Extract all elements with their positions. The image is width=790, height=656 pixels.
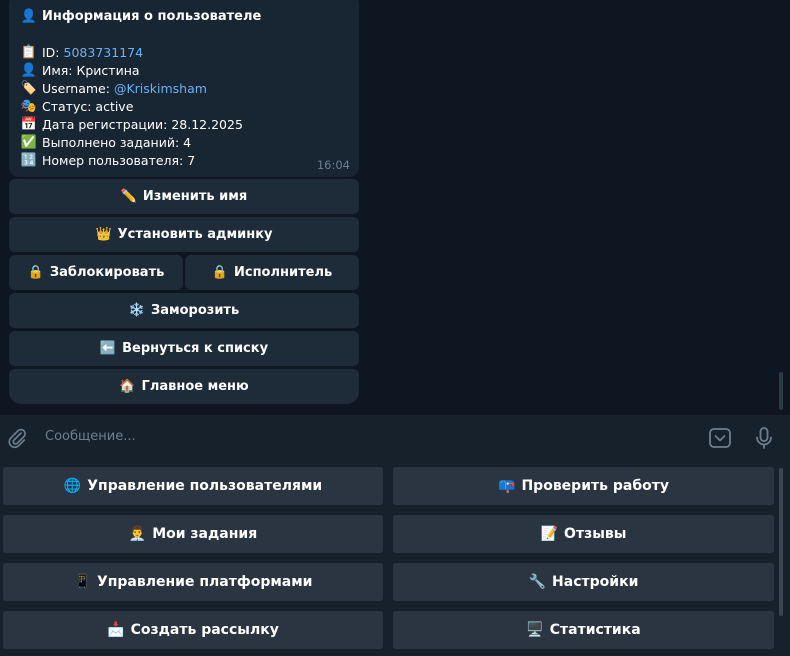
paperclip-icon[interactable] xyxy=(6,427,28,449)
message-input[interactable]: Сообщение... xyxy=(45,429,136,444)
numbers-icon: 🔢 xyxy=(20,153,38,168)
message-title-text: Информация о пользователе xyxy=(42,9,262,24)
reply-keyboard: 🌐 Управление пользователями 📪 Проверить … xyxy=(0,461,790,656)
user-icon: 👤 xyxy=(20,63,38,78)
executor-button[interactable]: 🔒 Исполнитель xyxy=(185,255,359,290)
message-bubble: 👤 Информация о пользователе 📋 ID: 508373… xyxy=(9,0,359,177)
rename-button[interactable]: ✏️ Изменить имя xyxy=(9,179,359,214)
chat-scrollbar[interactable] xyxy=(779,372,783,410)
manage-users-button[interactable]: 🌐 Управление пользователями xyxy=(3,467,383,505)
user-id-link[interactable]: 5083731174 xyxy=(64,44,144,62)
keyboard-toggle-icon[interactable] xyxy=(708,427,732,449)
statistics-button[interactable]: 🖥️ Статистика xyxy=(393,611,774,649)
arrow-left-icon: ⬅️ xyxy=(99,341,117,356)
block-button[interactable]: 🔒 Заблокировать xyxy=(9,255,183,290)
info-line-registration: 📅 Дата регистрации: 28.12.2025 xyxy=(20,117,243,132)
house-icon: 🏠 xyxy=(119,379,136,394)
memo-icon: 📝 xyxy=(540,526,559,542)
keyboard-scrollbar[interactable] xyxy=(779,468,783,616)
info-line-id: 📋 ID: 5083731174 xyxy=(20,44,144,62)
info-line-name: 👤 Имя: Кристина xyxy=(20,63,140,78)
lock-icon: 🔒 xyxy=(211,265,228,280)
check-mark-icon: ✅ xyxy=(20,135,38,150)
clipboard-icon: 📋 xyxy=(20,45,38,60)
manage-platforms-button[interactable]: 📱 Управление платформами xyxy=(3,563,383,601)
theater-masks-icon: 🎭 xyxy=(20,99,38,114)
chat-area: 👤 Информация о пользователе 📋 ID: 508373… xyxy=(0,0,790,415)
info-line-number: 🔢 Номер пользователя: 7 xyxy=(20,153,196,168)
message-composer: Сообщение... xyxy=(0,415,790,461)
main-menu-button[interactable]: 🏠 Главное меню xyxy=(9,369,359,404)
username-link[interactable]: @Kriskimsham xyxy=(114,80,207,98)
freeze-button[interactable]: ❄️ Заморозить xyxy=(9,293,359,328)
info-line-username: 🏷️ Username: @Kriskimsham xyxy=(20,80,207,98)
set-admin-button[interactable]: 👑 Установить админку xyxy=(9,217,359,252)
message-title: 👤 Информация о пользователе xyxy=(20,8,345,26)
user-icon: 👤 xyxy=(20,9,38,24)
office-worker-icon: 👨‍💼 xyxy=(128,526,147,542)
back-to-list-button[interactable]: ⬅️ Вернуться к списку xyxy=(9,331,359,366)
label-tag-icon: 🏷️ xyxy=(20,81,38,96)
settings-button[interactable]: 🔧 Настройки xyxy=(393,563,774,601)
pencil-icon: ✏️ xyxy=(120,189,137,204)
desktop-computer-icon: 🖥️ xyxy=(526,622,544,638)
info-line-tasks: ✅ Выполнено заданий: 4 xyxy=(20,135,192,150)
crown-icon: 👑 xyxy=(95,227,112,242)
lock-icon: 🔒 xyxy=(27,265,44,280)
create-mailing-button[interactable]: 📩 Создать рассылку xyxy=(3,611,383,649)
mailbox-icon: 📪 xyxy=(498,478,516,494)
info-line-status: 🎭 Статус: active xyxy=(20,99,134,114)
globe-icon: 🌐 xyxy=(63,478,82,494)
wrench-icon: 🔧 xyxy=(528,574,547,590)
my-tasks-button[interactable]: 👨‍💼 Мои задания xyxy=(3,515,383,553)
reviews-button[interactable]: 📝 Отзывы xyxy=(393,515,774,553)
message-time: 16:04 xyxy=(316,158,350,172)
mobile-phone-icon: 📱 xyxy=(73,574,91,590)
check-work-button[interactable]: 📪 Проверить работу xyxy=(393,467,774,505)
envelope-icon: 📩 xyxy=(107,622,125,638)
microphone-icon[interactable] xyxy=(753,426,775,450)
snowflake-icon: ❄️ xyxy=(128,303,145,318)
calendar-icon: 📅 xyxy=(20,117,38,132)
